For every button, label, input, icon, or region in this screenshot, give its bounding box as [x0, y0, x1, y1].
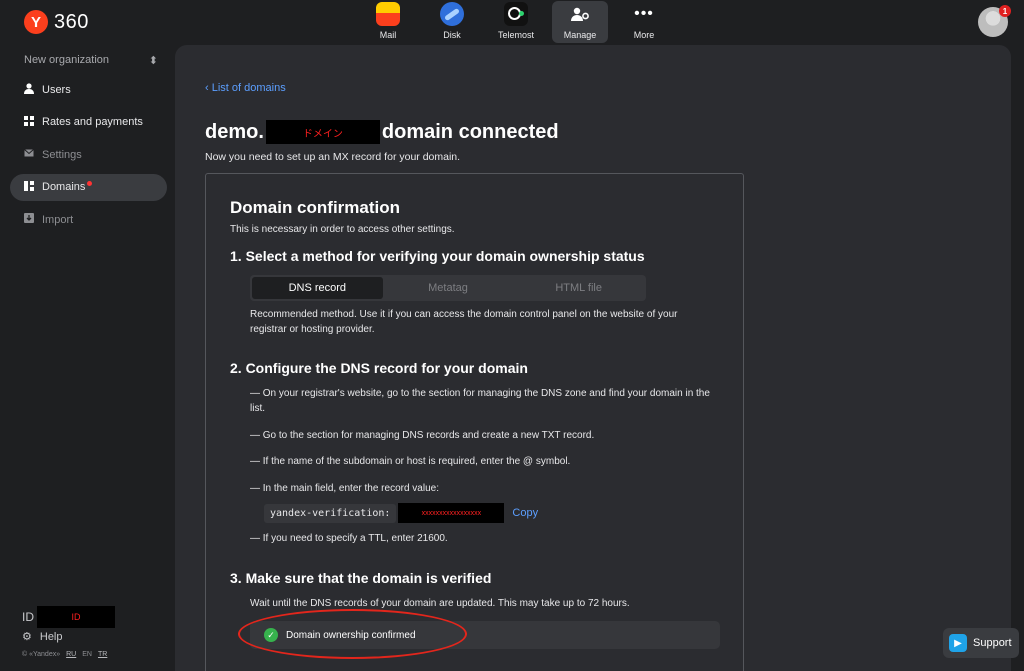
instruction-item: — If the name of the subdomain or host i… [250, 456, 571, 467]
sidebar-item-label: Users [42, 83, 71, 96]
help-icon: ⚙ [22, 631, 32, 643]
user-icon [22, 82, 36, 97]
method-description: Recommended method. Use it if you can ac… [250, 309, 678, 335]
domains-icon [22, 180, 36, 194]
verification-method-tabs: DNS record Metatag HTML file [250, 275, 646, 301]
main-panel: ‹ List of domains demo. ドメイン domain conn… [175, 45, 1011, 671]
record-value-redacted: xxxxxxxxxxxxxxxxx [398, 503, 505, 523]
check-icon: ✓ [264, 628, 278, 642]
mail-settings-icon [22, 149, 36, 160]
copy-button[interactable]: Copy [512, 507, 538, 519]
chevron-updown-icon: ⬍ [148, 55, 158, 67]
lang-tr[interactable]: TR [98, 651, 107, 658]
step3-heading: 3. Make sure that the domain is verified [230, 570, 492, 586]
grid-icon [22, 115, 36, 129]
support-icon: ▶ [949, 634, 967, 652]
txt-record-value: yandex-verification: xxxxxxxxxxxxxxxxx C… [264, 503, 538, 523]
sidebar-footer: © «Yandex» RU EN TR [22, 651, 107, 658]
page-title: demo. ドメイン domain connected [205, 120, 559, 144]
instruction-item: — In the main field, enter the record va… [250, 483, 439, 494]
sidebar-item-import[interactable]: Import [10, 206, 167, 233]
app-more[interactable]: ••• More [616, 1, 672, 43]
id-label: ID [22, 610, 34, 624]
app-label: More [633, 30, 655, 40]
app-switcher: Mail Disk Telemost Manage ••• More [360, 1, 672, 43]
copyright: © «Yandex» [22, 651, 61, 658]
avatar[interactable]: 1 [978, 5, 1011, 37]
chevron-left-icon: ‹ [205, 82, 212, 94]
app-label: Manage [563, 30, 597, 40]
yandex-360-logo[interactable]: Y 360 [24, 10, 89, 34]
record-key: yandex-verification: [264, 503, 397, 523]
organization-switcher[interactable]: New organization ⬍ [24, 54, 158, 67]
organization-name: New organization [24, 54, 109, 66]
telemost-icon [504, 2, 528, 26]
title-suffix: domain connected [381, 120, 559, 143]
organization-id: ID ID [22, 606, 115, 628]
domain-confirmation-card: Domain confirmation This is necessary in… [205, 173, 744, 671]
back-link-label: List of domains [211, 82, 286, 94]
page-subtitle: Now you need to set up an MX record for … [205, 151, 461, 163]
yandex-logo-icon: Y [24, 10, 48, 34]
sidebar-item-rates[interactable]: Rates and payments [10, 109, 167, 136]
sidebar-item-users[interactable]: Users [10, 76, 167, 103]
support-button[interactable]: ▶ Support [943, 628, 1019, 658]
lang-en[interactable]: EN [82, 651, 92, 658]
instruction-item: — On your registrar's website, go to the… [250, 388, 710, 414]
status-text: Domain ownership confirmed [286, 629, 416, 641]
title-prefix: demo. [205, 120, 264, 143]
id-redacted: ID [37, 606, 115, 628]
sidebar-nav: Users Rates and payments Settings Domain… [10, 76, 167, 239]
app-disk[interactable]: Disk [424, 1, 480, 43]
app-manage[interactable]: Manage [552, 1, 608, 43]
back-to-domains-link[interactable]: ‹ List of domains [205, 82, 286, 94]
mail-icon [376, 2, 400, 26]
status-badge: ✓ Domain ownership confirmed [250, 621, 720, 649]
card-title: Domain confirmation [230, 198, 401, 217]
app-label: Telemost [497, 30, 534, 40]
verify-description: Wait until the DNS records of your domai… [250, 598, 630, 609]
step1-heading: 1. Select a method for verifying your do… [230, 248, 645, 264]
lang-ru[interactable]: RU [66, 651, 76, 658]
more-icon: ••• [634, 5, 654, 22]
instruction-item: — Go to the section for managing DNS rec… [250, 430, 595, 441]
sidebar-item-label: Import [42, 213, 74, 226]
logo-360-text: 360 [54, 10, 89, 33]
domain-redacted: ドメイン [265, 120, 380, 144]
sidebar-item-label: Rates and payments [42, 116, 143, 128]
notification-dot [87, 180, 93, 186]
sidebar-item-settings[interactable]: Settings [10, 141, 167, 168]
sidebar-item-domains[interactable]: Domains [10, 173, 167, 201]
tab-metatag[interactable]: Metatag [383, 277, 514, 299]
disk-icon [440, 2, 464, 26]
help-label: Help [39, 630, 63, 643]
manage-icon [568, 2, 592, 26]
tab-html-file[interactable]: HTML file [513, 277, 644, 299]
app-label: Mail [379, 30, 397, 40]
tab-dns-record[interactable]: DNS record [252, 277, 383, 299]
help-link[interactable]: ⚙ Help [22, 630, 63, 644]
sidebar-item-label: Domains [42, 181, 86, 193]
support-label: Support [973, 637, 1012, 649]
step2-heading: 2. Configure the DNS record for your dom… [230, 360, 528, 376]
card-subtitle: This is necessary in order to access oth… [230, 224, 455, 235]
instruction-item: — If you need to specify a TTL, enter 21… [250, 533, 448, 544]
import-icon [22, 213, 36, 226]
app-telemost[interactable]: Telemost [488, 1, 544, 43]
app-mail[interactable]: Mail [360, 1, 416, 43]
notification-badge: 1 [999, 5, 1011, 17]
sidebar-item-label: Settings [42, 148, 82, 161]
app-label: Disk [443, 30, 461, 40]
